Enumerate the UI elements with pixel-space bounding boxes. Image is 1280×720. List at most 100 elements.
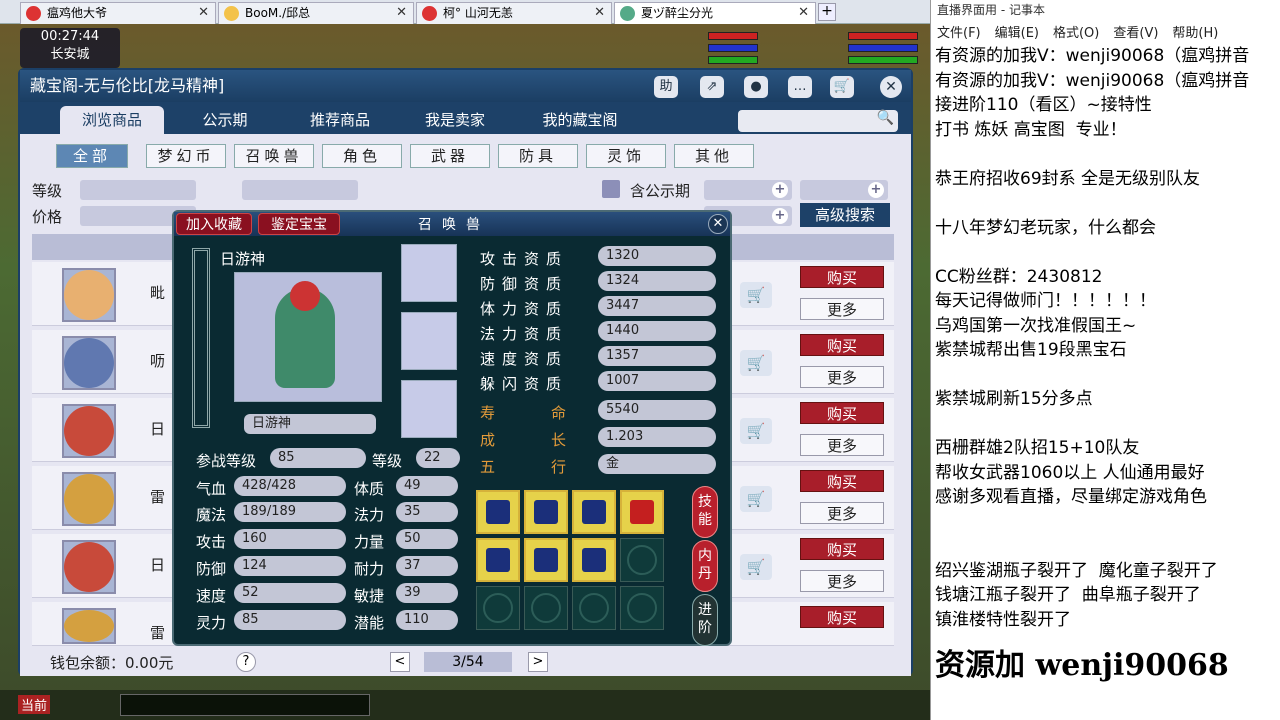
category-currency[interactable]: 梦幻币 (146, 144, 226, 168)
plus-icon[interactable]: + (868, 182, 884, 198)
cart-icon[interactable]: 🛒 (740, 350, 772, 376)
menu-format[interactable]: 格式(O) (1053, 26, 1099, 41)
level-max-field[interactable] (242, 180, 358, 200)
tab-close-icon[interactable]: ✕ (198, 3, 209, 23)
aptitude-value: 1320 (598, 246, 716, 266)
category-jewelry[interactable]: 灵饰 (586, 144, 666, 168)
menu-file[interactable]: 文件(F) (937, 26, 981, 41)
tab-seller[interactable]: 我是卖家 (405, 106, 505, 134)
collect-button[interactable]: 加入收藏 (176, 213, 252, 235)
skill-slot-icon[interactable] (572, 538, 616, 582)
menu-view[interactable]: 查看(V) (1113, 26, 1158, 41)
share-icon[interactable]: ⇗ (700, 76, 724, 98)
plus-icon[interactable]: + (772, 182, 788, 198)
category-other[interactable]: 其他 (674, 144, 754, 168)
equip-slot-necklace[interactable] (401, 312, 457, 370)
browser-tab[interactable]: 柯° 山河无恙 ✕ (416, 2, 612, 24)
browser-tab-active[interactable]: 夏ヅ醉尘分光 ✕ (614, 2, 816, 24)
buy-button[interactable]: 购买 (800, 402, 884, 424)
more-button[interactable]: 更多 (800, 366, 884, 388)
more-button[interactable]: 更多 (800, 434, 884, 456)
level-label: 等级 (372, 452, 403, 470)
more-button[interactable]: 更多 (800, 298, 884, 320)
browser-tab[interactable]: 瘟鸡他大爷 ✕ (20, 2, 216, 24)
more-button[interactable]: 更多 (800, 570, 884, 592)
buy-button[interactable]: 购买 (800, 470, 884, 492)
chat-input[interactable] (120, 694, 370, 716)
equip-slot-boot[interactable] (401, 244, 457, 302)
appraise-button[interactable]: 鉴定宝宝 (258, 213, 340, 235)
cart-icon[interactable]: 🛒 (740, 554, 772, 580)
category-role[interactable]: 角色 (322, 144, 402, 168)
attr-label: 耐力 (354, 560, 385, 578)
buy-button[interactable]: 购买 (800, 606, 884, 628)
search-icon[interactable]: 🔍 (877, 110, 894, 126)
help-icon[interactable]: ? (236, 652, 256, 672)
new-tab-button[interactable]: + (818, 3, 836, 21)
close-icon[interactable]: ✕ (708, 214, 728, 234)
menu-edit[interactable]: 编辑(E) (995, 26, 1039, 41)
tab-close-icon[interactable]: ✕ (594, 3, 605, 23)
buy-button[interactable]: 购买 (800, 334, 884, 356)
more-button[interactable]: 更多 (800, 502, 884, 524)
menu-help[interactable]: 帮助(H) (1172, 26, 1218, 41)
advanced-search-button[interactable]: 高级搜索 (800, 203, 890, 227)
prev-page-button[interactable]: < (390, 652, 410, 672)
category-weapon[interactable]: 武器 (410, 144, 490, 168)
close-icon[interactable]: ✕ (880, 76, 902, 98)
buy-button[interactable]: 购买 (800, 538, 884, 560)
tab-browse[interactable]: 浏览商品 (60, 106, 164, 134)
advance-tab-button[interactable]: 进阶 (692, 594, 718, 646)
notepad-text[interactable]: 有资源的加我V：wenji90068（瘟鸡拼音 有资源的加我V：wenji9006… (935, 44, 1279, 632)
level-min-field[interactable] (80, 180, 196, 200)
current-channel-button[interactable]: 当前 (18, 695, 51, 714)
cart-icon[interactable]: 🛒 (740, 418, 772, 444)
skills-tab-button[interactable]: 技能 (692, 486, 718, 538)
skill-slot-icon[interactable] (476, 538, 520, 582)
skill-slot-icon[interactable] (476, 490, 520, 534)
search-input[interactable]: 🔍 (738, 110, 898, 132)
attr-value: 50 (396, 529, 458, 549)
record-icon[interactable]: ● (744, 76, 768, 98)
lifespan-value: 5540 (598, 400, 716, 420)
plus-icon[interactable]: + (772, 208, 788, 224)
stat-label: 防御 (196, 560, 227, 578)
skill-slot-icon[interactable] (572, 490, 616, 534)
notepad-line: 恭王府招收69封系 全是无级别队友 (935, 168, 1201, 189)
tab-public[interactable]: 公示期 (180, 106, 270, 134)
panel-title: 藏宝阁-无与伦比[龙马精神] 助 ⇗ ● … 🛒 ✕ (20, 70, 911, 102)
notepad-line (935, 240, 1279, 265)
cart-icon[interactable]: 🛒 (830, 76, 854, 98)
tab-my-store[interactable]: 我的藏宝阁 (520, 106, 640, 134)
public-field-1[interactable]: + (704, 180, 792, 200)
cart-icon[interactable]: 🛒 (740, 282, 772, 308)
buy-button[interactable]: 购买 (800, 266, 884, 288)
tab-close-icon[interactable]: ✕ (396, 3, 407, 23)
category-armor[interactable]: 防具 (498, 144, 578, 168)
help-icon[interactable]: 助 (654, 76, 678, 98)
stat-value: 85 (234, 610, 346, 630)
notepad-line: 有资源的加我V：wenji90068（瘟鸡拼音 (935, 70, 1250, 91)
equip-slot-armor[interactable] (401, 380, 457, 438)
notepad-line: 帮收女武器1060以上 人仙通用最好 (935, 462, 1205, 483)
tab-favicon-icon (224, 6, 239, 21)
skill-slot-icon[interactable] (620, 490, 664, 534)
category-all[interactable]: 全部 (56, 144, 128, 168)
level-label: 等级 (32, 182, 63, 200)
aptitude-label: 躲闪资质 (480, 375, 569, 393)
public-field-2[interactable]: + (800, 180, 888, 200)
tab-recommend[interactable]: 推荐商品 (290, 106, 390, 134)
public-checkbox[interactable] (602, 180, 620, 198)
notepad-line (935, 534, 1279, 559)
notepad-line: 有资源的加我V：wenji90068（瘟鸡拼音 (935, 46, 1250, 66)
next-page-button[interactable]: > (528, 652, 548, 672)
skill-slot-icon[interactable] (524, 490, 568, 534)
inner-core-tab-button[interactable]: 内丹 (692, 540, 718, 592)
aptitude-label: 防御资质 (480, 275, 569, 293)
category-pet[interactable]: 召唤兽 (234, 144, 314, 168)
browser-tab[interactable]: BooM./邱总 ✕ (218, 2, 414, 24)
skill-slot-icon[interactable] (524, 538, 568, 582)
chat-icon[interactable]: … (788, 76, 812, 98)
cart-icon[interactable]: 🛒 (740, 486, 772, 512)
tab-close-icon[interactable]: ✕ (798, 3, 809, 23)
